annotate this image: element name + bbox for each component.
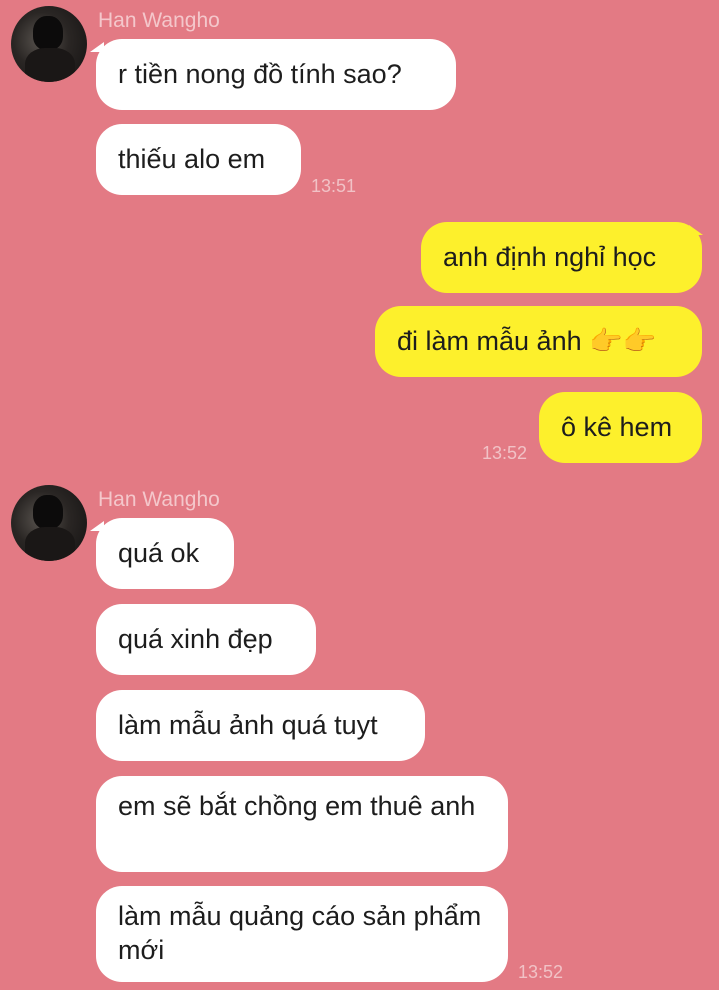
message-bubble[interactable]: thiếu alo em	[96, 124, 301, 195]
message-bubble[interactable]: làm mẫu quảng cáo sản phẩm mới	[96, 886, 508, 982]
sender-name: Han Wangho	[98, 9, 220, 32]
message-time: 13:51	[311, 176, 357, 196]
message-bubble[interactable]: đi làm mẫu ảnh 👉👉	[375, 306, 702, 377]
message-bubble[interactable]: r tiền nong đồ tính sao?	[96, 39, 456, 110]
message-bubble[interactable]: ô kê hem	[539, 392, 702, 463]
sender-avatar[interactable]	[11, 485, 87, 561]
message-bubble[interactable]: em sẽ bắt chồng em thuê anh	[96, 776, 508, 872]
message-time: 13:52	[482, 443, 528, 463]
message-bubble[interactable]: quá ok	[96, 518, 234, 589]
sender-name: Han Wangho	[98, 488, 220, 511]
message-time: 13:52	[518, 962, 564, 982]
message-bubble[interactable]: anh định nghỉ học	[421, 222, 702, 293]
message-bubble[interactable]: quá xinh đẹp	[96, 604, 316, 675]
sender-avatar[interactable]	[11, 6, 87, 82]
message-bubble[interactable]: làm mẫu ảnh quá tuyt	[96, 690, 425, 761]
